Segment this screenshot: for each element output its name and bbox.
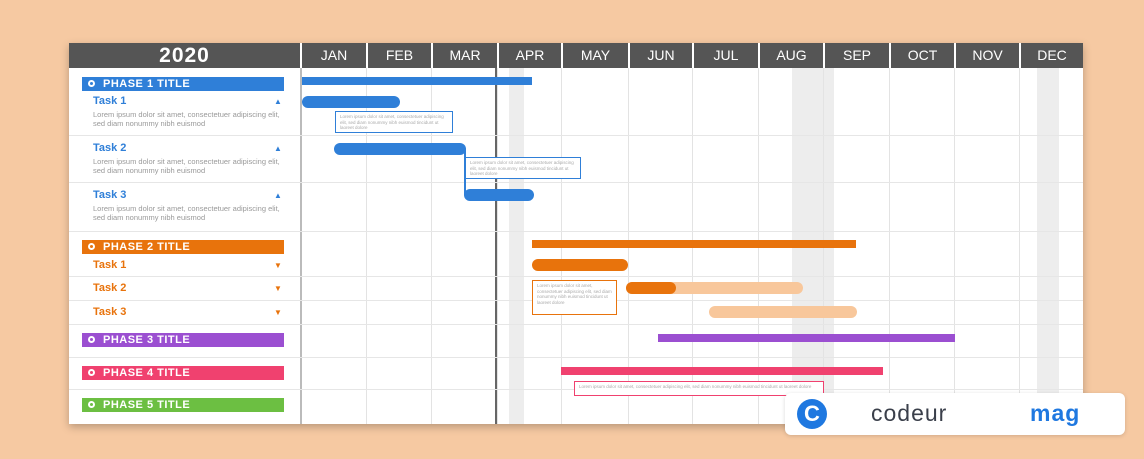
caret-down-icon[interactable]: ▼ xyxy=(274,308,282,317)
month-header-jan: JAN xyxy=(300,43,366,68)
row-divider xyxy=(69,276,1083,277)
month-header-sep: SEP xyxy=(823,43,889,68)
note-box: Lorem ipsum dolor sit amet, consectetuer… xyxy=(465,157,581,179)
month-header-mar: MAR xyxy=(431,43,497,68)
phase-1-task-2-desc: Lorem ipsum dolor sit amet, consectetuer… xyxy=(93,157,280,175)
phase-1-task-2-name[interactable]: Task 2 xyxy=(93,142,126,154)
phase-2-task-3-bar[interactable] xyxy=(709,306,857,318)
grid-line xyxy=(497,68,498,424)
phase-3-title: PHASE 3 TITLE xyxy=(103,334,191,346)
month-header-feb: FEB xyxy=(366,43,431,68)
month-header-may: MAY xyxy=(561,43,628,68)
circle-icon xyxy=(88,243,95,250)
grid-shade xyxy=(509,68,524,424)
note-box: Lorem ipsum dolor sit amet, consectetuer… xyxy=(335,111,453,133)
row-divider xyxy=(69,135,1083,136)
caret-up-icon[interactable]: ▲ xyxy=(274,191,282,200)
phase-4-header[interactable]: PHASE 4 TITLE xyxy=(82,366,284,380)
row-divider xyxy=(69,182,1083,183)
brand-word-mag: mag xyxy=(1030,400,1081,426)
circle-icon xyxy=(88,80,95,87)
grid-line xyxy=(889,68,890,424)
phase-2-header[interactable]: PHASE 2 TITLE xyxy=(82,240,284,254)
phase-2-task-2-progress xyxy=(626,282,676,294)
c-logo-icon: C xyxy=(797,399,827,429)
circle-icon xyxy=(88,336,95,343)
phase-2-title: PHASE 2 TITLE xyxy=(103,241,191,253)
month-header-dec: DEC xyxy=(1019,43,1083,68)
phase-4-bar[interactable] xyxy=(561,367,883,375)
phase-2-task-1-name[interactable]: Task 1 xyxy=(93,259,126,271)
phase-1-header[interactable]: PHASE 1 TITLE xyxy=(82,77,284,91)
caret-down-icon[interactable]: ▼ xyxy=(274,284,282,293)
phase-1-task-2-bar[interactable] xyxy=(334,143,466,155)
month-header-jul: JUL xyxy=(692,43,758,68)
caret-up-icon[interactable]: ▲ xyxy=(274,97,282,106)
month-header-nov: NOV xyxy=(954,43,1019,68)
phase-3-bar[interactable] xyxy=(658,334,955,342)
phase-2-bar[interactable] xyxy=(532,240,856,248)
grid-shade xyxy=(1037,68,1059,424)
phase-1-task-3-desc: Lorem ipsum dolor sit amet, consectetuer… xyxy=(93,204,280,222)
phase-1-task-3-name[interactable]: Task 3 xyxy=(93,189,126,201)
circle-icon xyxy=(88,401,95,408)
month-header-aug: AUG xyxy=(758,43,823,68)
phase-1-task-3-bar[interactable] xyxy=(464,189,534,201)
row-divider xyxy=(69,231,1083,232)
circle-icon xyxy=(88,369,95,376)
month-header-oct: OCT xyxy=(889,43,954,68)
month-header-jun: JUN xyxy=(628,43,692,68)
phase-1-task-1-name[interactable]: Task 1 xyxy=(93,95,126,107)
phase-1-task-1-bar[interactable] xyxy=(302,96,400,108)
today-marker xyxy=(495,68,497,424)
phase-1-title: PHASE 1 TITLE xyxy=(103,78,191,90)
row-divider xyxy=(69,324,1083,325)
phase-2-task-1-bar[interactable] xyxy=(532,259,628,271)
brand-word-codeur: codeur xyxy=(871,400,948,426)
grid-line xyxy=(1019,68,1020,424)
caret-up-icon[interactable]: ▲ xyxy=(274,144,282,153)
phase-5-header[interactable]: PHASE 5 TITLE xyxy=(82,398,284,412)
phase-2-task-3-name[interactable]: Task 3 xyxy=(93,306,126,318)
phase-2-task-2-name[interactable]: Task 2 xyxy=(93,282,126,294)
phase-4-title: PHASE 4 TITLE xyxy=(103,367,191,379)
note-box: Lorem ipsum dolor sit amet, consectetuer… xyxy=(532,280,617,315)
codeur-mag-logo: C codeur mag xyxy=(785,393,1125,435)
gantt-chart: 2020 JAN FEB MAR APR MAY JUN JUL AUG SEP… xyxy=(69,43,1083,424)
year-header: 2020 xyxy=(69,43,300,68)
grid-line xyxy=(954,68,955,424)
month-header-apr: APR xyxy=(497,43,561,68)
phase-3-header[interactable]: PHASE 3 TITLE xyxy=(82,333,284,347)
caret-down-icon[interactable]: ▼ xyxy=(274,261,282,270)
phase-1-bar[interactable] xyxy=(302,77,532,85)
phase-5-title: PHASE 5 TITLE xyxy=(103,399,191,411)
phase-1-task-1-desc: Lorem ipsum dolor sit amet, consectetuer… xyxy=(93,110,280,128)
row-divider xyxy=(69,357,1083,358)
